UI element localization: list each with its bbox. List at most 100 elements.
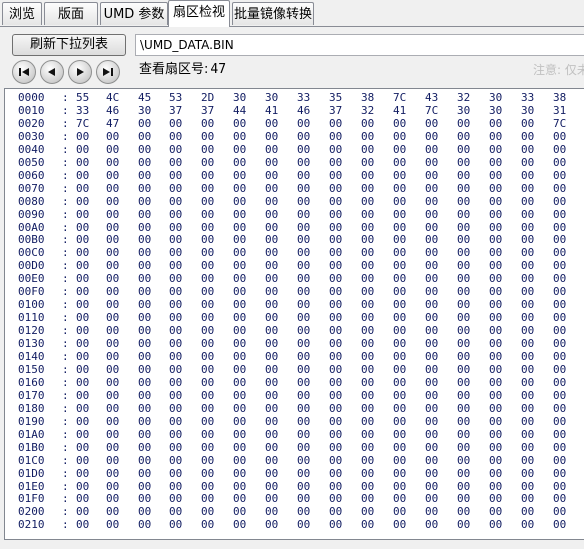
hex-byte: 00 xyxy=(169,207,183,221)
hex-byte: 00 xyxy=(297,168,311,182)
file-path-field[interactable]: \UMD_DATA.BIN xyxy=(135,34,584,56)
hex-byte: 00 xyxy=(76,207,90,221)
hex-byte: 00 xyxy=(489,388,503,402)
hex-byte: 00 xyxy=(489,453,503,467)
hex-byte: 00 xyxy=(138,466,152,480)
hex-byte: 00 xyxy=(361,246,375,260)
hex-offset: 0100 xyxy=(18,298,45,312)
hex-byte: 00 xyxy=(138,142,152,156)
hex-byte: 00 xyxy=(138,181,152,195)
hex-byte: 00 xyxy=(169,220,183,234)
hex-byte: 00 xyxy=(265,440,279,454)
hex-byte: 00 xyxy=(233,388,247,402)
hex-byte: 00 xyxy=(169,466,183,480)
hex-byte: 00 xyxy=(425,350,439,363)
hex-byte: 00 xyxy=(265,466,279,480)
hex-byte: 00 xyxy=(553,324,567,338)
hex-byte: 00 xyxy=(361,492,375,506)
hex-byte: 00 xyxy=(521,272,535,286)
sector-label-text: 查看扇区号: xyxy=(139,62,209,77)
refresh-list-button[interactable]: 刷新下拉列表 xyxy=(12,34,126,56)
hex-byte: 00 xyxy=(297,453,311,467)
hex-byte: 00 xyxy=(553,453,567,467)
tab-batch-convert[interactable]: 批量镜像转换 xyxy=(232,2,314,25)
hex-byte: 00 xyxy=(265,388,279,402)
hex-byte: 00 xyxy=(297,181,311,195)
hex-byte: 00 xyxy=(361,362,375,376)
hex-byte: 00 xyxy=(76,298,90,312)
hex-byte: 00 xyxy=(76,492,90,506)
hex-byte: 00 xyxy=(361,285,375,299)
hex-byte: 00 xyxy=(521,375,535,389)
last-sector-button[interactable] xyxy=(96,60,120,84)
hex-byte: 00 xyxy=(76,142,90,156)
hex-byte: 00 xyxy=(106,362,120,376)
hex-byte: 00 xyxy=(425,181,439,195)
hex-row: 0100:00 00 00 00 00 00 00 00 00 00 00 00 00 00 00 00 xyxy=(5,298,584,311)
hex-byte: 00 xyxy=(233,259,247,273)
hex-byte: 00 xyxy=(106,298,120,312)
hex-byte: 00 xyxy=(76,168,90,182)
hex-offset: 0050 xyxy=(18,155,45,169)
hex-byte: 00 xyxy=(76,129,90,143)
hex-separator: : xyxy=(62,194,69,208)
hex-byte: 00 xyxy=(457,259,471,273)
last-icon xyxy=(103,68,113,76)
hex-byte: 00 xyxy=(297,492,311,506)
hex-row: 0160:00 00 00 00 00 00 00 00 00 00 00 00 00 00 00 00 xyxy=(5,376,584,389)
hex-row: 0060:00 00 00 00 00 00 00 00 00 00 00 00 00 00 00 00 xyxy=(5,169,584,182)
hex-byte: 00 xyxy=(553,375,567,389)
hex-byte: 00 xyxy=(553,479,567,493)
hex-byte: 00 xyxy=(297,440,311,454)
hex-byte: 00 xyxy=(169,375,183,389)
hex-byte: 00 xyxy=(361,129,375,143)
hex-byte: 00 xyxy=(489,414,503,428)
hex-row: 0200:00 00 00 00 00 00 00 00 00 00 00 00 00 00 00 00 xyxy=(5,505,584,518)
hex-byte: 00 xyxy=(553,194,567,208)
hex-offset: 00C0 xyxy=(18,246,45,260)
first-sector-button[interactable] xyxy=(12,60,36,84)
hex-byte: 00 xyxy=(489,285,503,299)
hex-byte: 00 xyxy=(201,388,215,402)
hex-byte: 00 xyxy=(393,116,407,130)
hex-byte: 00 xyxy=(521,337,535,351)
hex-separator: : xyxy=(62,414,69,428)
hex-byte: 00 xyxy=(201,181,215,195)
hex-byte: 00 xyxy=(76,181,90,195)
hex-byte: 00 xyxy=(521,194,535,208)
hex-byte: 00 xyxy=(521,350,535,363)
tab-layout[interactable]: 版面 xyxy=(44,2,98,25)
hex-byte: 41 xyxy=(265,103,279,117)
hex-byte: 00 xyxy=(265,155,279,169)
hex-byte: 00 xyxy=(393,375,407,389)
hex-byte: 00 xyxy=(425,298,439,312)
hex-byte: 00 xyxy=(106,181,120,195)
hex-byte: 00 xyxy=(329,388,343,402)
hex-byte: 00 xyxy=(361,168,375,182)
hex-byte: 00 xyxy=(106,129,120,143)
hex-dump-panel[interactable]: 0000:55 4C 45 53 2D 30 30 33 35 38 7C 43 32 30 33 38 001… xyxy=(4,88,584,540)
hex-byte: 00 xyxy=(233,375,247,389)
hex-byte: 00 xyxy=(361,375,375,389)
hex-byte: 00 xyxy=(457,298,471,312)
tab-umd-params[interactable]: UMD 参数 xyxy=(100,2,168,25)
hex-byte: 00 xyxy=(361,142,375,156)
hex-byte: 00 xyxy=(76,375,90,389)
hex-byte: 00 xyxy=(297,337,311,351)
tab-browse[interactable]: 浏览 xyxy=(2,2,42,25)
hex-byte: 00 xyxy=(457,492,471,506)
tab-sector-view[interactable]: 扇区检视 xyxy=(168,0,230,27)
hex-byte: 00 xyxy=(233,311,247,325)
next-sector-button[interactable] xyxy=(68,60,92,84)
hex-byte: 00 xyxy=(265,362,279,376)
prev-sector-button[interactable] xyxy=(40,60,64,84)
hex-byte: 00 xyxy=(425,375,439,389)
hex-byte: 00 xyxy=(169,362,183,376)
hex-byte: 00 xyxy=(329,259,343,273)
hex-byte: 00 xyxy=(169,401,183,415)
hex-row: 0190:00 00 00 00 00 00 00 00 00 00 00 00 00 00 00 00 xyxy=(5,415,584,428)
hex-byte: 00 xyxy=(265,350,279,363)
hex-byte: 00 xyxy=(233,285,247,299)
hex-byte: 00 xyxy=(106,440,120,454)
hex-byte: 00 xyxy=(233,505,247,519)
